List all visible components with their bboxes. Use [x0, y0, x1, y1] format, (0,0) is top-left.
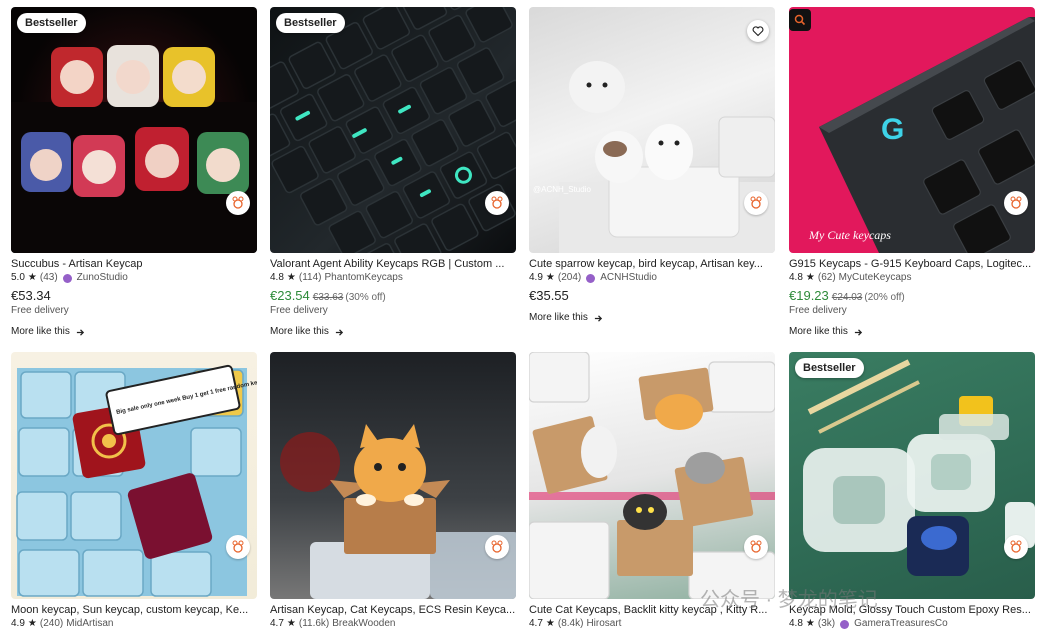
product-image[interactable] — [529, 352, 775, 599]
bestseller-badge: Bestseller — [17, 13, 86, 33]
cat-box-keycap-illustration — [280, 424, 516, 599]
shop-name[interactable]: BreakWooden — [332, 617, 395, 631]
shop-name[interactable]: MyCuteKeycaps — [839, 271, 912, 285]
product-card[interactable]: Bestseller Succubus - Artisan Keycap 5.0… — [11, 7, 257, 339]
product-price: €23.54 €33.63 (30% off) — [270, 288, 386, 303]
product-title[interactable]: Artisan Keycap, Cat Keycaps, ECS Resin K… — [270, 603, 516, 617]
product-price: €19.23 €24.03 (20% off) — [789, 288, 905, 303]
star-icon: ★ — [27, 618, 37, 629]
product-card[interactable]: Artisan Keycap, Cat Keycaps, ECS Resin K… — [270, 352, 516, 631]
star-seller-icon — [62, 273, 72, 283]
search-icon — [794, 14, 806, 26]
delivery-info: Free delivery — [270, 305, 328, 316]
svg-text:G: G — [881, 113, 904, 146]
product-image[interactable]: G My Cute keycaps — [789, 7, 1035, 253]
shop-name[interactable]: MidArtisan — [66, 617, 113, 631]
shop-name[interactable]: GameraTreasuresCo — [854, 617, 948, 631]
rgb-keyboard-illustration — [270, 7, 516, 253]
product-rating: 4.7 ★ (11.6k) BreakWooden — [270, 617, 396, 631]
image-watermark-text: @ACNH_Studio — [533, 185, 591, 194]
logitech-keyboard-illustration: G My Cute keycaps — [808, 17, 1035, 253]
shop-name[interactable]: PhantomKeycaps — [324, 271, 402, 285]
bestseller-badge: Bestseller — [795, 358, 864, 378]
sun-moon-keycap-illustration: Big sale only one week Buy 1 get 1 free … — [16, 364, 257, 597]
bee-logo-icon — [226, 535, 250, 559]
bird-keycap-illustration: @ACNH_Studio — [533, 61, 775, 253]
star-seller-icon — [586, 273, 596, 283]
bee-logo-icon — [485, 535, 509, 559]
product-image[interactable]: Bestseller — [270, 7, 516, 253]
product-image[interactable] — [270, 352, 516, 599]
visual-search-button[interactable] — [789, 9, 811, 31]
bee-logo-icon — [744, 191, 768, 215]
bee-logo-icon — [485, 191, 509, 215]
product-rating: 4.8 ★ (114) PhantomKeycaps — [270, 271, 403, 285]
bee-logo-icon — [1004, 535, 1028, 559]
shop-name[interactable]: ACNHStudio — [600, 271, 657, 285]
product-card[interactable]: Bestseller Valorant Agent Ability Keycap… — [270, 7, 516, 339]
star-icon: ★ — [805, 618, 815, 629]
keycap-figures-illustration — [11, 45, 257, 253]
arrow-right-icon — [594, 314, 602, 322]
product-card[interactable]: Big sale only one week Buy 1 get 1 free … — [11, 352, 257, 631]
arrow-right-icon — [76, 328, 84, 336]
keycap-mold-illustration — [803, 359, 1035, 576]
bee-logo-icon — [744, 535, 768, 559]
more-like-this-link[interactable]: More like this — [270, 325, 516, 339]
product-price: €35.55 — [529, 288, 569, 303]
product-image[interactable]: Bestseller — [11, 7, 257, 253]
star-icon: ★ — [27, 272, 37, 283]
product-title[interactable]: Cute sparrow keycap, bird keycap, Artisa… — [529, 257, 775, 271]
product-title[interactable]: Succubus - Artisan Keycap — [11, 257, 257, 271]
product-rating: 5.0 ★ (43) ZunoStudio — [11, 271, 128, 285]
product-card[interactable]: G My Cute keycaps G915 Keycaps - G-915 K… — [789, 7, 1035, 339]
star-icon: ★ — [805, 272, 815, 283]
more-like-this-link[interactable]: More like this — [529, 311, 775, 325]
product-rating: 4.9 ★ (204) ACNHStudio — [529, 271, 657, 285]
product-card[interactable]: @ACNH_Studio Cute sparrow keycap, bird k… — [529, 7, 775, 325]
arrow-right-icon — [854, 328, 862, 336]
product-rating: 4.7 ★ (8.4k) Hirosart — [529, 617, 622, 631]
product-price: €53.34 — [11, 288, 51, 303]
original-price: €33.63 — [312, 292, 344, 303]
bee-logo-icon — [1004, 191, 1028, 215]
arrow-right-icon — [335, 328, 343, 336]
star-icon: ★ — [545, 272, 555, 283]
delivery-info: Free delivery — [11, 305, 69, 316]
bee-logo-icon — [226, 191, 250, 215]
product-rating: 4.8 ★ (3k) GameraTreasuresCo — [789, 617, 948, 631]
star-icon: ★ — [286, 272, 296, 283]
more-like-this-link[interactable]: More like this — [11, 325, 257, 339]
shop-name[interactable]: ZunoStudio — [77, 271, 128, 285]
product-title[interactable]: Valorant Agent Ability Keycaps RGB | Cus… — [270, 257, 516, 271]
product-image[interactable]: @ACNH_Studio — [529, 7, 775, 253]
delivery-info: Free delivery — [789, 305, 847, 316]
shop-name[interactable]: Hirosart — [586, 617, 621, 631]
heart-outline-icon — [752, 26, 764, 37]
cat-box-keycaps-illustration — [529, 352, 775, 599]
watermark-overlay: 公众号 · 梦龙的笔记 — [700, 589, 878, 611]
star-icon: ★ — [545, 618, 555, 629]
bestseller-badge: Bestseller — [276, 13, 345, 33]
product-title[interactable]: Moon keycap, Sun keycap, custom keycap, … — [11, 603, 257, 617]
star-seller-icon — [840, 619, 850, 629]
original-price: €24.03 — [831, 292, 863, 303]
discount-label: (30% off) — [345, 292, 386, 303]
more-like-this-link[interactable]: More like this — [789, 325, 1035, 339]
image-caption-text: My Cute keycaps — [808, 228, 891, 242]
discount-label: (20% off) — [864, 292, 905, 303]
product-image[interactable]: Bestseller — [789, 352, 1035, 599]
product-title[interactable]: G915 Keycaps - G-915 Keyboard Caps, Logi… — [789, 257, 1035, 271]
favorite-button[interactable] — [747, 20, 769, 42]
product-rating: 4.8 ★ (62) MyCuteKeycaps — [789, 271, 912, 285]
product-image[interactable]: Big sale only one week Buy 1 get 1 free … — [11, 352, 257, 599]
star-icon: ★ — [286, 618, 296, 629]
product-rating: 4.9 ★ (240) MidArtisan — [11, 617, 114, 631]
